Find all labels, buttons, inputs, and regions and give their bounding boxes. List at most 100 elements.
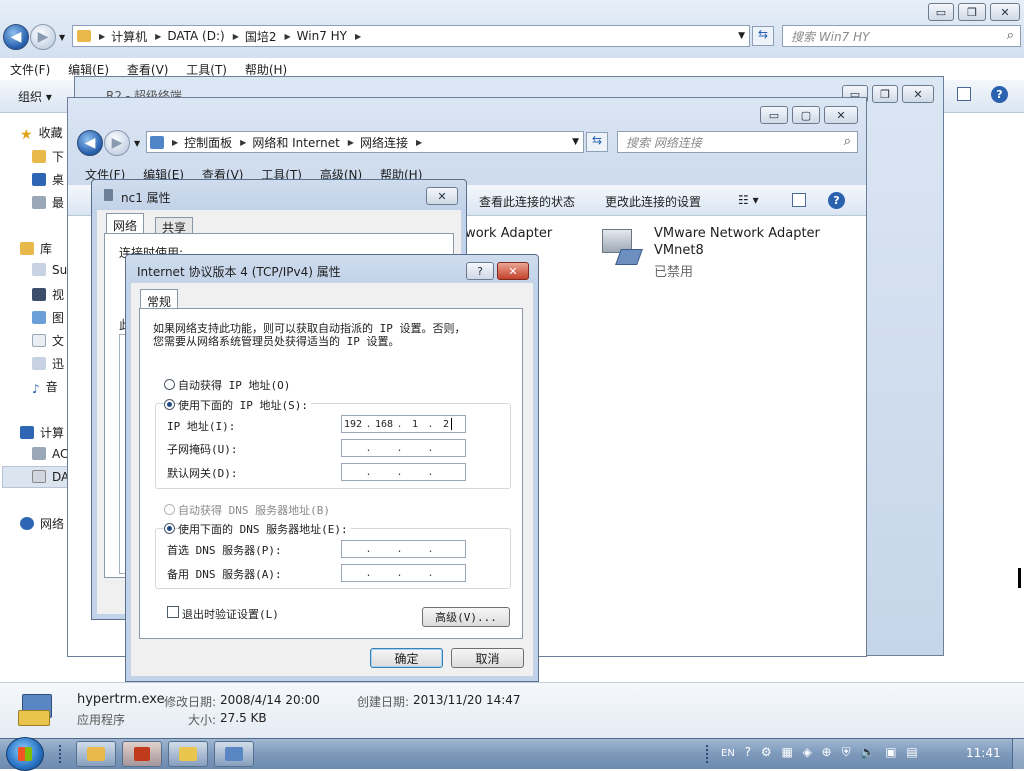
close-button[interactable]: ✕ — [902, 85, 934, 103]
subnet-mask-input[interactable]: ... — [341, 439, 466, 457]
close-button[interactable]: ✕ — [497, 262, 529, 280]
ip-octet[interactable]: 1 — [404, 419, 426, 430]
help-button[interactable]: ? — [466, 262, 494, 280]
manual-ip-radio[interactable] — [164, 399, 175, 410]
alternate-dns-input[interactable]: ... — [341, 564, 466, 582]
manual-dns-label[interactable]: 使用下面的 DNS 服务器地址(E): — [178, 521, 351, 537]
security-icon[interactable]: ⛨ — [842, 745, 851, 760]
refresh-button[interactable]: ⇆ — [752, 26, 774, 46]
breadcrumb-control-panel[interactable]: 控制面板 — [184, 134, 232, 151]
sidebar-item[interactable]: 文 — [32, 332, 64, 349]
sidebar-item[interactable]: DA — [32, 470, 69, 484]
maximize-button[interactable]: ▢ — [792, 106, 820, 124]
breadcrumb-guopei2[interactable]: 国培2 — [245, 28, 277, 45]
address-dropdown-icon[interactable]: ▼ — [738, 31, 745, 41]
close-button[interactable]: ✕ — [426, 187, 458, 205]
view-status-button[interactable]: 查看此连接的状态 — [479, 193, 575, 210]
sidebar-item[interactable]: 迅 — [32, 355, 64, 372]
manual-ip-label[interactable]: 使用下面的 IP 地址(S): — [178, 397, 311, 413]
auto-ip-radio[interactable] — [164, 379, 175, 390]
show-desktop-button[interactable] — [1012, 739, 1024, 769]
organize-button[interactable]: 组织 ▾ — [18, 88, 52, 105]
address-dropdown-icon[interactable]: ▼ — [572, 137, 579, 147]
ok-button[interactable]: 确定 — [370, 648, 443, 668]
sidebar-network[interactable]: 网络 — [20, 515, 64, 532]
ip-octet[interactable]: 192 — [342, 419, 364, 430]
gear-icon[interactable]: ⚙ — [761, 745, 772, 759]
tab-network[interactable]: 网络 — [106, 213, 145, 233]
change-settings-button[interactable]: 更改此连接的设置 — [605, 193, 701, 210]
sidebar-favorites[interactable]: ★ 收藏 — [20, 124, 63, 143]
breadcrumb-data[interactable]: DATA (D:) — [167, 29, 224, 43]
close-button[interactable]: ✕ — [824, 106, 858, 124]
start-button[interactable] — [6, 737, 44, 771]
help-icon[interactable]: ? — [828, 192, 845, 209]
address-bar[interactable]: ▶ 计算机 ▶ DATA (D:) ▶ 国培2 ▶ Win7 HY ▶ ▼ — [72, 25, 750, 47]
taskbar-hyperterminal[interactable] — [122, 741, 162, 767]
taskbar-phone[interactable] — [168, 741, 208, 767]
menu-help[interactable]: 帮助(H) — [245, 63, 287, 77]
sidebar-item[interactable]: 最 — [32, 194, 64, 211]
auto-dns-label[interactable]: 自动获得 DNS 服务器地址(B) — [178, 502, 330, 518]
sidebar-item[interactable]: Sul — [32, 263, 71, 277]
preview-pane-icon[interactable] — [792, 193, 806, 207]
sidebar-item[interactable]: ♪ 音 — [32, 378, 58, 396]
netconn-search-input[interactable]: 搜索 网络连接 ⌕ — [617, 131, 858, 153]
volume-icon[interactable]: 🔈 — [860, 745, 875, 759]
minimize-button[interactable]: ▭ — [760, 106, 788, 124]
adapter-2-name[interactable]: VMware Network Adapter — [654, 226, 820, 241]
taskbar-explorer[interactable] — [76, 741, 116, 767]
sidebar-computer[interactable]: 计算 — [20, 424, 64, 441]
restore-button[interactable]: ❐ — [872, 85, 898, 103]
advanced-button[interactable]: 高级(V)... — [422, 607, 510, 627]
menu-edit[interactable]: 编辑(E) — [68, 63, 109, 77]
gateway-input[interactable]: ... — [341, 463, 466, 481]
forward-button[interactable]: ▶ — [104, 130, 130, 156]
search-input[interactable]: 搜索 Win7 HY ⌕ — [782, 25, 1021, 47]
menu-file[interactable]: 文件(F) — [10, 63, 50, 77]
sidebar-item[interactable]: 视 — [32, 286, 64, 303]
ip-octet[interactable]: 168 — [373, 419, 395, 430]
close-button[interactable]: ✕ — [990, 3, 1020, 21]
back-button[interactable]: ◀ — [3, 24, 29, 50]
sidebar-item[interactable]: 桌 — [32, 171, 64, 188]
menu-tools[interactable]: 工具(T) — [186, 63, 227, 77]
taskbar-network[interactable] — [214, 741, 254, 767]
ip-octet[interactable]: 2 — [435, 419, 457, 430]
auto-dns-radio[interactable] — [164, 504, 175, 515]
history-dropdown-icon[interactable]: ▼ — [134, 139, 140, 148]
ip-address-input[interactable]: 192. 168. 1. 2 — [341, 415, 466, 433]
network-tray-icon[interactable]: ▦ — [781, 745, 792, 759]
cancel-button[interactable]: 取消 — [451, 648, 524, 668]
history-dropdown-icon[interactable]: ▼ — [59, 33, 65, 42]
menu-view[interactable]: 查看(V) — [127, 63, 169, 77]
display-icon[interactable]: ▤ — [906, 745, 917, 759]
minimize-button[interactable]: ▭ — [928, 3, 954, 21]
preview-pane-icon[interactable] — [957, 87, 971, 101]
refresh-button[interactable]: ⇆ — [586, 132, 608, 152]
clock[interactable]: 11:41 — [966, 746, 1001, 760]
sidebar-item[interactable]: 下 — [32, 148, 64, 165]
breadcrumb-network-internet[interactable]: 网络和 Internet — [252, 134, 339, 151]
auto-ip-label[interactable]: 自动获得 IP 地址(O) — [178, 377, 290, 393]
sidebar-item[interactable]: AC — [32, 447, 68, 461]
adapter-2-icon[interactable] — [600, 227, 643, 271]
validate-checkbox[interactable] — [167, 606, 179, 618]
add-icon[interactable]: ⊕ — [822, 745, 832, 759]
manual-dns-radio[interactable] — [164, 523, 175, 534]
breadcrumb-computer[interactable]: 计算机 — [111, 28, 147, 45]
preferred-dns-input[interactable]: ... — [341, 540, 466, 558]
sidebar-library[interactable]: 库 — [20, 240, 52, 257]
forward-button[interactable]: ▶ — [30, 24, 56, 50]
sidebar-item[interactable]: 图 — [32, 309, 64, 326]
language-indicator[interactable]: EN — [721, 748, 735, 759]
breadcrumb-network-connections[interactable]: 网络连接 — [360, 134, 408, 151]
validate-label[interactable]: 退出时验证设置(L) — [182, 606, 279, 622]
netconn-address-bar[interactable]: ▶ 控制面板 ▶ 网络和 Internet ▶ 网络连接 ▶ ▼ — [146, 131, 584, 153]
breadcrumb-win7hy[interactable]: Win7 HY — [297, 29, 347, 43]
back-button[interactable]: ◀ — [77, 130, 103, 156]
help-icon[interactable]: ? — [991, 86, 1008, 103]
tab-general[interactable]: 常规 — [140, 289, 179, 309]
help-tray-icon[interactable]: ? — [745, 745, 751, 759]
tab-sharing[interactable]: 共享 — [155, 217, 194, 235]
